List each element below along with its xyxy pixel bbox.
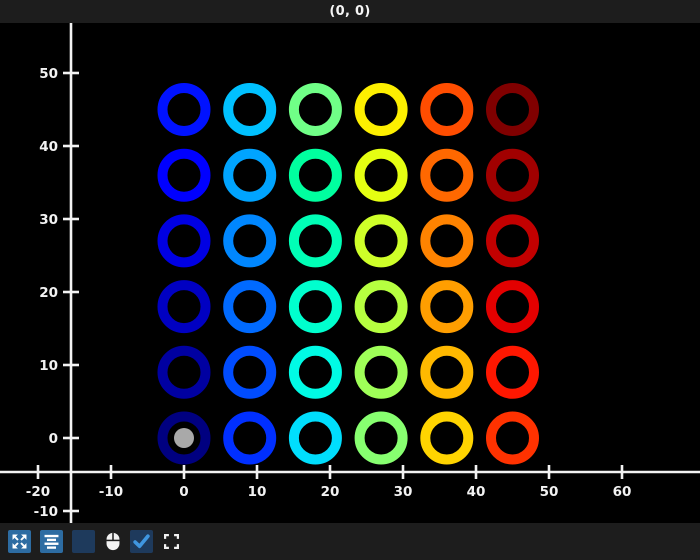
y-tick-label: -10 (34, 504, 58, 520)
inactive-toggle[interactable] (72, 530, 95, 553)
scatter-point[interactable] (157, 83, 211, 136)
align-center-button[interactable] (40, 530, 63, 553)
scatter-point[interactable] (157, 148, 211, 202)
bottom-toolbar (0, 523, 700, 560)
scatter-point[interactable] (157, 280, 211, 334)
scatter-point[interactable] (288, 280, 342, 334)
scatter-point[interactable] (288, 83, 342, 136)
scatter-point[interactable] (354, 214, 408, 268)
y-tick-label: 20 (39, 285, 58, 301)
scatter-point[interactable] (354, 83, 408, 136)
x-tick-label: 30 (394, 484, 413, 500)
selected-point-dot[interactable] (174, 428, 194, 448)
scatter-point[interactable] (420, 280, 474, 334)
scatter-point[interactable] (223, 83, 277, 136)
y-tick-label: 40 (39, 139, 58, 155)
x-tick-label: -20 (26, 484, 50, 500)
x-tick-label: 10 (248, 484, 267, 500)
scatter-point[interactable] (486, 214, 539, 268)
scatter-point[interactable] (486, 148, 539, 202)
scatter-point[interactable] (486, 345, 539, 399)
scatter-point[interactable] (157, 345, 211, 399)
scatter-point[interactable] (288, 214, 342, 268)
scatter-point[interactable] (420, 345, 474, 399)
mouse-icon (106, 532, 120, 551)
scatter-point[interactable] (223, 214, 277, 268)
x-tick-label: 0 (179, 484, 188, 500)
pan-button[interactable] (8, 530, 31, 553)
scatter-point[interactable] (223, 345, 277, 399)
fullscreen-button[interactable] (162, 530, 180, 553)
scatter-point[interactable] (486, 411, 539, 465)
scatter-point[interactable] (486, 280, 539, 334)
x-tick-label: 60 (613, 484, 632, 500)
title-bar: (0, 0) (0, 0, 700, 23)
scatter-point[interactable] (420, 148, 474, 202)
scatter-point[interactable] (354, 411, 408, 465)
mouse-indicator[interactable] (104, 530, 122, 553)
scatter-point[interactable] (288, 411, 342, 465)
scatter-point[interactable] (288, 345, 342, 399)
scatter-chart[interactable]: -20 -10 0 10 20 30 40 50 60 50 40 30 20 10 0 -10 (0, 23, 700, 523)
check-icon (133, 534, 150, 549)
scatter-point[interactable] (486, 83, 539, 136)
y-tick-label: 10 (39, 358, 58, 374)
app-window: (0, 0) -20 -10 0 10 20 30 40 50 60 50 40 30 20 10 0 -10 (0, 0, 700, 560)
scatter-point[interactable] (420, 411, 474, 465)
scatter-point[interactable] (354, 280, 408, 334)
y-tick-label: 30 (39, 212, 58, 228)
x-tick-label: 40 (467, 484, 486, 500)
scatter-point[interactable] (223, 411, 277, 465)
scatter-point[interactable] (288, 148, 342, 202)
scatter-point[interactable] (223, 148, 277, 202)
x-tick-label: 20 (321, 484, 340, 500)
scatter-point[interactable] (157, 214, 211, 268)
page-title: (0, 0) (329, 4, 371, 19)
scatter-point[interactable] (354, 345, 408, 399)
scatter-point[interactable] (420, 83, 474, 136)
x-tick-label: 50 (540, 484, 559, 500)
x-tick-label: -10 (99, 484, 123, 500)
y-tick-label: 50 (39, 66, 58, 82)
y-tick-label: 0 (49, 431, 58, 447)
move-arrows-icon (12, 534, 27, 549)
scatter-point[interactable] (223, 280, 277, 334)
scatter-point[interactable] (420, 214, 474, 268)
fullscreen-icon (163, 534, 179, 549)
scatter-point[interactable] (354, 148, 408, 202)
confirm-checkbox[interactable] (130, 530, 153, 553)
align-center-icon (44, 534, 59, 549)
plot-area[interactable]: -20 -10 0 10 20 30 40 50 60 50 40 30 20 10 0 -10 (0, 23, 700, 523)
